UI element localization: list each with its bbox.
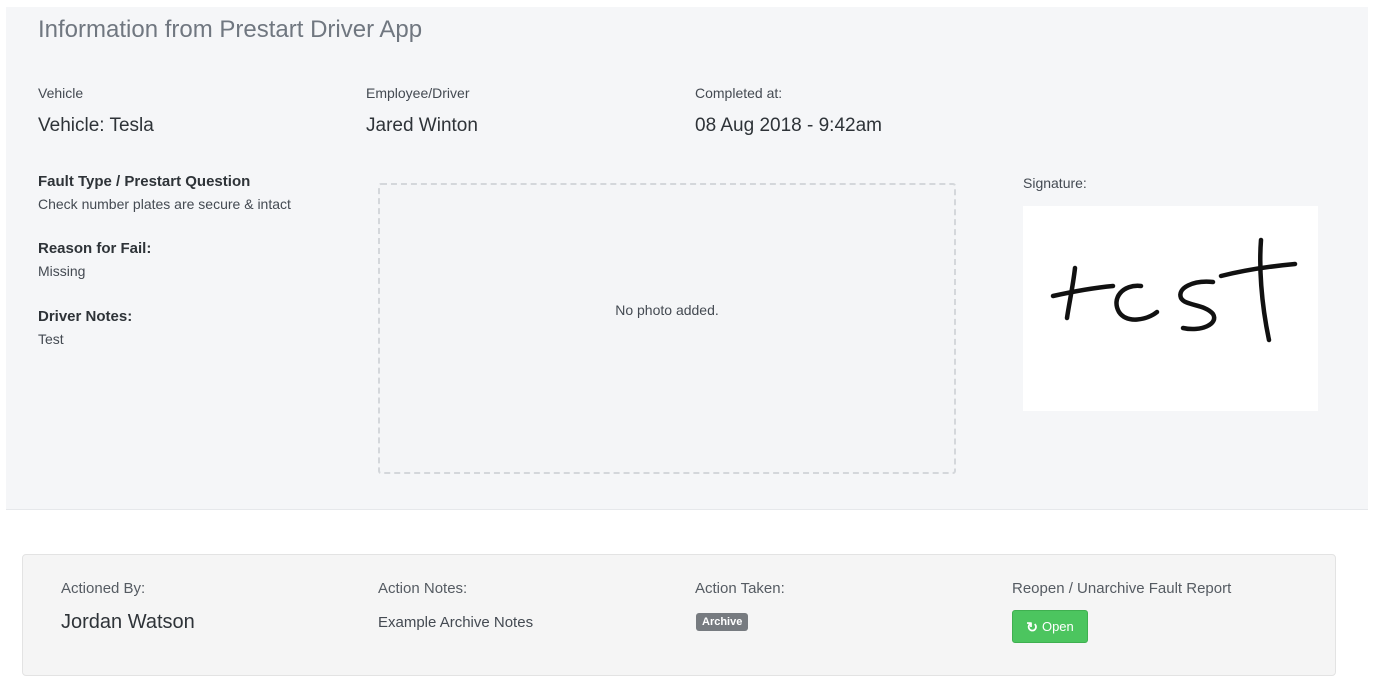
driver-value: Jared Winton xyxy=(366,115,478,136)
action-panel: Actioned By: Jordan Watson Action Notes:… xyxy=(22,554,1336,676)
panel-title: Information from Prestart Driver App xyxy=(38,16,423,43)
open-button-label: Open xyxy=(1041,619,1074,634)
photo-placeholder: No photo added. xyxy=(378,183,956,474)
open-button[interactable]: ↻ Open xyxy=(1012,610,1088,643)
action-notes-value: Example Archive Notes xyxy=(378,614,534,631)
signature-label: Signature: xyxy=(1023,175,1087,191)
reason-value: Missing xyxy=(38,263,86,279)
reason-label: Reason for Fail: xyxy=(38,240,152,257)
refresh-icon: ↻ xyxy=(1026,618,1038,635)
completed-label: Completed at: xyxy=(695,85,783,101)
vehicle-label: Vehicle xyxy=(38,85,84,101)
completed-value: 08 Aug 2018 - 9:42am xyxy=(695,115,882,136)
driver-label: Employee/Driver xyxy=(366,85,470,101)
driver-notes-value: Test xyxy=(38,331,64,347)
action-taken-label: Action Taken: xyxy=(695,580,785,597)
prestart-info-panel: Information from Prestart Driver App Veh… xyxy=(6,7,1368,510)
driver-notes-label: Driver Notes: xyxy=(38,308,133,325)
vehicle-value: Vehicle: Tesla xyxy=(38,115,154,136)
actioned-by-value: Jordan Watson xyxy=(61,611,195,633)
fault-type-value: Check number plates are secure & intact xyxy=(38,196,291,212)
reopen-label: Reopen / Unarchive Fault Report xyxy=(1012,580,1232,597)
fault-type-label: Fault Type / Prestart Question xyxy=(38,173,251,190)
actioned-by-label: Actioned By: xyxy=(61,580,146,597)
action-notes-label: Action Notes: xyxy=(378,580,468,597)
signature-drawing xyxy=(1050,237,1298,343)
signature-image xyxy=(1023,206,1318,411)
no-photo-message: No photo added. xyxy=(615,302,719,318)
archive-status-badge: Archive xyxy=(696,613,749,631)
